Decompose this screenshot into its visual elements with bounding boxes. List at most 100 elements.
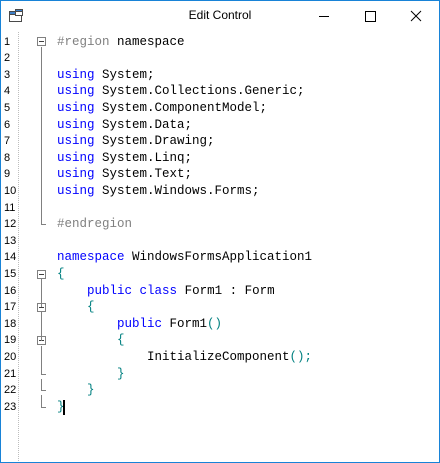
code-text: using System.Windows.Forms; xyxy=(57,183,260,200)
fold-end-marker xyxy=(41,224,46,226)
code-text: public class Form1 : Form xyxy=(57,283,275,300)
code-text: using System.Linq; xyxy=(57,150,192,167)
identifier-token: System.Windows.Forms; xyxy=(94,183,260,198)
punctuation-token: { xyxy=(117,333,125,348)
fold-guide-line xyxy=(41,312,42,341)
code-line[interactable]: 4 using System.Collections.Generic; xyxy=(1,83,439,100)
line-number: 20 xyxy=(4,350,17,363)
code-line[interactable]: 1 #region namespace xyxy=(1,34,439,51)
identifier-token: InitializeComponent xyxy=(57,349,290,364)
punctuation-token: (); xyxy=(289,349,313,364)
code-line[interactable]: 10 using System.Windows.Forms; xyxy=(1,183,439,200)
code-text: using System; xyxy=(57,67,155,84)
code-line[interactable]: 16 public class Form1 : Form xyxy=(1,283,439,300)
punctuation-token: () xyxy=(207,316,223,331)
code-line[interactable]: 5 using System.ComponentModel; xyxy=(1,100,439,117)
fold-guide-line xyxy=(41,279,42,308)
preprocessor-token: #endregion xyxy=(57,217,133,232)
code-text: #region namespace xyxy=(57,34,185,51)
code-line[interactable]: 13 xyxy=(1,233,439,250)
keyword-token: using xyxy=(57,167,95,182)
fold-end-marker xyxy=(41,373,46,375)
line-number: 18 xyxy=(4,317,17,330)
code-line[interactable]: 15 { xyxy=(1,266,439,283)
keyword-token: class xyxy=(139,283,178,298)
code-line[interactable]: 12 #endregion xyxy=(1,216,439,233)
app-window-icon[interactable] xyxy=(9,9,23,23)
line-number: 12 xyxy=(4,218,17,231)
code-text: { xyxy=(57,332,125,349)
identifier-token: System.Text; xyxy=(94,167,193,182)
line-number: 23 xyxy=(4,400,17,413)
keyword-token: using xyxy=(57,134,95,149)
code-text: } xyxy=(57,366,125,383)
line-number: 16 xyxy=(4,284,17,297)
identifier-token xyxy=(57,383,87,397)
code-line[interactable]: 23} xyxy=(1,399,439,416)
code-text: using System.Collections.Generic; xyxy=(57,83,305,100)
close-icon xyxy=(410,10,422,22)
code-line[interactable]: 7 using System.Drawing; xyxy=(1,133,439,150)
line-number: 14 xyxy=(4,251,17,264)
maximize-button[interactable] xyxy=(347,1,393,32)
code-line[interactable]: 8 using System.Linq; xyxy=(1,150,439,167)
code-line[interactable]: 21 } xyxy=(1,366,439,383)
line-number: 2 xyxy=(4,52,11,65)
line-number: 19 xyxy=(4,334,17,347)
identifier-token xyxy=(57,367,117,381)
identifier-token xyxy=(132,284,140,298)
minimize-button[interactable] xyxy=(301,1,347,32)
code-line[interactable]: 17 { xyxy=(1,299,439,316)
fold-end-marker xyxy=(41,390,46,392)
code-line[interactable]: 20 InitializeComponent(); xyxy=(1,349,439,366)
identifier-token xyxy=(57,300,87,314)
punctuation-token: { xyxy=(87,300,95,315)
identifier-token xyxy=(57,284,87,298)
code-text: using System.ComponentModel; xyxy=(57,100,267,117)
keyword-token: using xyxy=(57,117,95,132)
fold-guide-line xyxy=(41,46,42,225)
fold-guide-line xyxy=(41,395,42,407)
preprocessor-token: #region xyxy=(57,34,110,49)
code-line[interactable]: 11 xyxy=(1,200,439,217)
identifier-token: System.Data; xyxy=(94,117,193,132)
title-bar[interactable]: Edit Control xyxy=(1,1,439,32)
line-number: 21 xyxy=(4,367,17,380)
line-number: 22 xyxy=(4,384,17,397)
line-number: 5 xyxy=(4,101,11,114)
line-number: 3 xyxy=(4,68,11,81)
line-number: 13 xyxy=(4,234,17,247)
code-line[interactable]: 22 } xyxy=(1,382,439,399)
identifier-token xyxy=(57,333,117,347)
fold-end-marker xyxy=(41,407,46,408)
line-number: 7 xyxy=(4,135,11,148)
keyword-token: namespace xyxy=(57,250,125,265)
code-line[interactable]: 14 namespace WindowsFormsApplication1 xyxy=(1,249,439,266)
close-button[interactable] xyxy=(393,1,439,32)
code-line[interactable]: 3 using System; xyxy=(1,67,439,84)
fold-toggle-icon[interactable] xyxy=(37,37,46,47)
maximize-icon xyxy=(365,11,376,22)
keyword-token: using xyxy=(57,100,95,115)
identifier-token: System; xyxy=(94,67,155,82)
identifier-token: System.Drawing; xyxy=(94,134,215,149)
edit-control-window: Edit Control 1 #region namespace 2 3 using S… xyxy=(0,0,440,463)
minimize-icon xyxy=(319,16,329,17)
keyword-token: using xyxy=(57,150,95,165)
code-line[interactable]: 6 using System.Data; xyxy=(1,117,439,134)
punctuation-token: { xyxy=(57,266,65,281)
code-text: using System.Data; xyxy=(57,117,192,134)
keyword-token: using xyxy=(57,67,95,82)
code-editor[interactable]: 1 #region namespace 2 3 using System; 4 using … xyxy=(1,32,439,462)
code-line[interactable]: 18 public Form1() xyxy=(1,316,439,333)
code-line[interactable]: 9 using System.Text; xyxy=(1,166,439,183)
code-text: using System.Text; xyxy=(57,166,192,183)
code-text: using System.Drawing; xyxy=(57,133,215,150)
line-number: 1 xyxy=(4,35,11,48)
identifier-token: Form1 xyxy=(162,316,208,331)
code-line[interactable]: 2 xyxy=(1,50,439,67)
code-text: public Form1() xyxy=(57,316,222,333)
text-caret xyxy=(63,399,65,415)
fold-toggle-icon[interactable] xyxy=(37,269,46,279)
code-line[interactable]: 19 { xyxy=(1,332,439,349)
